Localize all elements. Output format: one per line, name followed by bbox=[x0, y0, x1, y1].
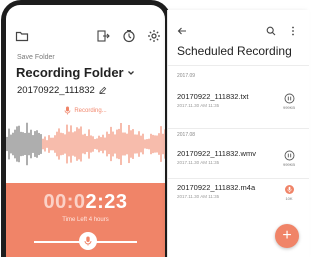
divider bbox=[168, 178, 309, 179]
timer-icon[interactable] bbox=[122, 29, 136, 43]
recording-size: 10K bbox=[285, 196, 293, 201]
recording-name: 20170922_111832.txt bbox=[177, 92, 249, 101]
pause-icon[interactable] bbox=[284, 93, 295, 104]
recording-meta: 2017.11.30 AM 11:35 bbox=[177, 160, 220, 165]
microphone-icon bbox=[84, 236, 92, 246]
file-transfer-icon[interactable] bbox=[96, 29, 110, 43]
file-name-row[interactable]: 20170922_111832 bbox=[17, 85, 107, 96]
recording-meta: 2017.11.30 AM 11:35 bbox=[177, 103, 220, 108]
elapsed-timer: 00:02:23 bbox=[6, 191, 165, 214]
recorder-screen: Save Folder Recording Folder 20170922_11… bbox=[6, 5, 165, 257]
schedule-screen: Scheduled Recording 2017.09 20170922_111… bbox=[167, 10, 309, 257]
recorder-toolbar bbox=[6, 29, 165, 45]
pause-icon[interactable] bbox=[284, 150, 295, 161]
file-name: 20170922_111832 bbox=[17, 85, 95, 96]
group-date: 2017.08 bbox=[177, 132, 196, 138]
timer-bright-digits: 2:23 bbox=[85, 191, 128, 213]
time-left-label: Time Left 4 hours bbox=[62, 217, 109, 223]
recording-item[interactable]: 20170922_111832.txt 2017.11.30 AM 11:35 … bbox=[168, 92, 309, 118]
settings-gear-icon[interactable] bbox=[147, 29, 161, 43]
add-schedule-button[interactable]: + bbox=[275, 224, 299, 248]
recording-name: 20170922_111832.wmv bbox=[177, 149, 256, 158]
recording-item[interactable]: 20170922_111832.wmv 2017.11.30 AM 11:35 … bbox=[168, 149, 309, 175]
more-vertical-icon[interactable] bbox=[291, 26, 295, 36]
recording-item[interactable]: 20170922_111832.m4a 2017.11.30 AM 11:35 … bbox=[168, 183, 309, 209]
edit-pencil-icon[interactable] bbox=[98, 86, 107, 95]
folder-title: Recording Folder bbox=[16, 65, 124, 80]
group-date: 2017.09 bbox=[177, 73, 196, 79]
recording-meta: 2017.11.30 AM 11:35 bbox=[177, 194, 220, 199]
timer-dim-digits: 00:0 bbox=[43, 191, 86, 213]
record-panel: 00:02:23 Time Left 4 hours bbox=[6, 183, 165, 257]
folder-selector[interactable]: Recording Folder bbox=[16, 65, 136, 80]
folder-icon[interactable] bbox=[15, 29, 29, 43]
schedule-appbar bbox=[168, 24, 309, 38]
recording-name: 20170922_111832.m4a bbox=[177, 183, 256, 192]
save-folder-label: Save Folder bbox=[17, 54, 55, 61]
recording-size: 999KB bbox=[282, 162, 295, 167]
page-title: Scheduled Recording bbox=[177, 44, 292, 58]
waveform bbox=[6, 122, 165, 166]
recording-status: Recording... bbox=[6, 106, 165, 115]
record-icon[interactable] bbox=[284, 184, 295, 195]
recorder-phone: Save Folder Recording Folder 20170922_11… bbox=[1, 0, 171, 257]
recording-status-text: Recording... bbox=[74, 107, 107, 114]
record-slider-knob[interactable] bbox=[79, 232, 97, 250]
divider bbox=[168, 128, 309, 129]
divider bbox=[168, 65, 309, 66]
search-icon[interactable] bbox=[266, 26, 276, 36]
chevron-down-icon bbox=[127, 70, 134, 75]
recording-size: 999KB bbox=[282, 105, 295, 110]
microphone-icon bbox=[64, 106, 71, 115]
back-arrow-icon[interactable] bbox=[177, 26, 187, 36]
